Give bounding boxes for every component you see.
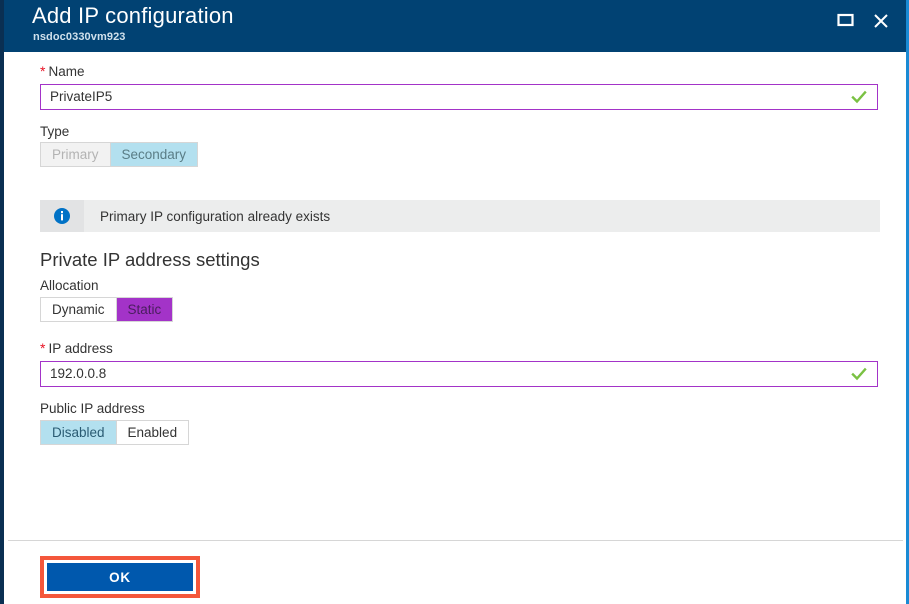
blade-title-bar: Add IP configuration nsdoc0330vm923 xyxy=(4,0,906,52)
name-input-value: PrivateIP5 xyxy=(50,89,113,104)
page-title: Add IP configuration xyxy=(32,3,234,28)
ip-address-input[interactable]: 192.0.0.8 xyxy=(40,361,878,387)
close-glyph xyxy=(874,14,888,28)
info-message-text: Primary IP configuration already exists xyxy=(100,208,331,224)
allocation-option-static[interactable]: Static xyxy=(115,298,173,321)
page-subtitle: nsdoc0330vm923 xyxy=(33,31,126,43)
public-ip-option-enabled[interactable]: Enabled xyxy=(115,421,189,444)
close-icon[interactable] xyxy=(866,6,896,36)
ip-address-label: * IP address xyxy=(40,340,113,356)
name-input[interactable]: PrivateIP5 xyxy=(40,84,878,110)
allocation-option-dynamic[interactable]: Dynamic xyxy=(41,298,116,321)
name-label: * Name xyxy=(40,63,84,79)
restore-glyph xyxy=(836,13,854,27)
ok-button[interactable]: OK xyxy=(47,563,193,591)
public-ip-label: Public IP address xyxy=(40,401,145,416)
checkmark-icon xyxy=(851,367,867,381)
ip-address-label-text: IP address xyxy=(48,341,113,356)
name-label-text: Name xyxy=(48,64,85,79)
info-icon-container xyxy=(40,200,84,232)
type-option-secondary: Secondary xyxy=(109,143,198,166)
footer-divider xyxy=(8,540,903,541)
required-asterisk: * xyxy=(40,340,46,356)
type-option-primary: Primary xyxy=(41,143,110,166)
type-label: Type xyxy=(40,124,70,139)
restore-icon[interactable] xyxy=(830,6,860,36)
info-circle-icon xyxy=(54,208,70,224)
allocation-toggle[interactable]: Dynamic Static xyxy=(40,297,174,322)
add-ip-configuration-blade: Add IP configuration nsdoc0330vm923 * Nam… xyxy=(0,0,909,604)
ip-address-input-value: 192.0.0.8 xyxy=(50,366,107,381)
checkmark-icon xyxy=(851,90,867,104)
info-message-bar: Primary IP configuration already exists xyxy=(40,200,880,232)
public-ip-option-disabled[interactable]: Disabled xyxy=(41,421,116,444)
allocation-label: Allocation xyxy=(40,278,99,293)
type-toggle: Primary Secondary xyxy=(40,142,199,167)
required-asterisk: * xyxy=(40,63,46,79)
blade-content: * Name PrivateIP5 Type Primary Secondary … xyxy=(4,52,906,604)
section-heading: Private IP address settings xyxy=(40,249,260,270)
public-ip-toggle[interactable]: Disabled Enabled xyxy=(40,420,190,445)
